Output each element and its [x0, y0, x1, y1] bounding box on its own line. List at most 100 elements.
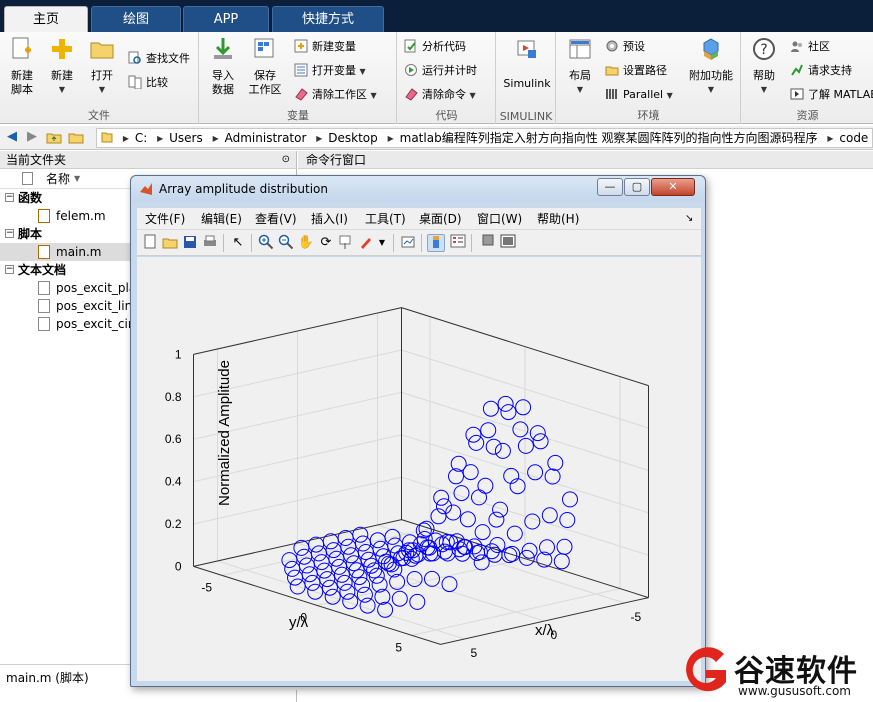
path-segment[interactable]: Administrator	[225, 131, 307, 145]
parallel-button[interactable]: Parallel ▼	[605, 85, 673, 105]
y-tick-label: -5	[201, 580, 212, 594]
back-arrow-icon[interactable]: ◀	[4, 129, 20, 145]
minimize-button[interactable]: —	[597, 178, 623, 196]
figure-toolbar: ↖ ✋ ⟳ ▼	[137, 230, 701, 256]
data-point-marker	[359, 597, 376, 614]
zoom-out-icon[interactable]	[277, 234, 295, 252]
current-path[interactable]: ▸ C: ▸ Users ▸ Administrator ▸ Desktop ▸ matl…	[96, 128, 873, 148]
rotate-3d-icon[interactable]: ⟳	[317, 234, 335, 252]
menu-window[interactable]: 窗口(W)	[477, 208, 522, 230]
data-point-marker	[377, 601, 394, 618]
menu-edit[interactable]: 编辑(E)	[201, 208, 242, 230]
chevron-down-icon: ▼	[58, 85, 66, 94]
analyze-icon	[404, 39, 416, 53]
data-point-marker	[506, 525, 523, 542]
x-axis-label: x/λ	[535, 622, 555, 639]
data-point-marker	[409, 593, 426, 610]
menu-file[interactable]: 文件(F)	[145, 208, 185, 230]
open-button[interactable]: 打开 ▼	[84, 36, 120, 97]
panel-menu-icon[interactable]: ⊙	[282, 151, 290, 169]
community-button[interactable]: 社区	[790, 37, 830, 57]
print-icon[interactable]	[201, 234, 219, 252]
help-button[interactable]: ? 帮助 ▼	[748, 36, 780, 97]
scatter3-plot[interactable]: 00.20.40.60.81-505-505 Normalized Amplit…	[137, 257, 701, 681]
maximize-button[interactable]: ▢	[624, 178, 650, 196]
up-folder-icon[interactable]	[46, 129, 62, 145]
collapse-icon[interactable]: −	[5, 193, 14, 202]
ribbon-group-file: 新建 脚本 新建 ▼ 打开 ▼ 查找文件 比较 文件	[0, 32, 199, 124]
link-plot-icon[interactable]	[399, 234, 417, 252]
compare-icon	[128, 75, 142, 89]
data-point-marker	[301, 566, 318, 583]
tab-shortcuts[interactable]: 快捷方式	[272, 6, 384, 32]
legend-icon[interactable]	[449, 234, 467, 252]
browse-folder-icon[interactable]	[68, 129, 84, 145]
new-figure-icon[interactable]	[141, 234, 159, 252]
data-point-marker	[331, 558, 348, 575]
tab-apps[interactable]: APP	[183, 6, 269, 32]
clear-workspace-button[interactable]: 清除工作区 ▼	[294, 85, 377, 105]
chevron-down-icon[interactable]: ▼	[373, 234, 391, 252]
simulink-button[interactable]: Simulink	[501, 36, 553, 91]
figure-title-bar[interactable]: Array amplitude distribution — ▢ ✕	[131, 176, 705, 202]
save-icon[interactable]	[181, 234, 199, 252]
find-files-button[interactable]: 查找文件	[128, 49, 190, 69]
analyze-code-button[interactable]: 分析代码	[404, 37, 466, 57]
open-file-icon[interactable]	[161, 234, 179, 252]
close-button[interactable]: ✕	[651, 178, 695, 196]
save-workspace-button[interactable]: 保存 工作区	[246, 36, 284, 97]
new-script-button[interactable]: 新建 脚本	[4, 36, 40, 97]
import-data-button[interactable]: 导入 数据	[206, 36, 240, 97]
collapse-icon[interactable]: −	[5, 265, 14, 274]
data-point-marker	[473, 554, 490, 571]
text-file-icon	[38, 299, 50, 313]
open-variable-icon	[294, 63, 308, 77]
address-bar: ◀ ▶ ▸ C: ▸ Users ▸ Administrator ▸ Desktop ▸…	[0, 126, 873, 150]
new-button[interactable]: 新建 ▼	[44, 36, 80, 97]
pan-hand-icon[interactable]: ✋	[297, 234, 315, 252]
path-segment[interactable]: Users	[169, 131, 203, 145]
tab-home[interactable]: 主页	[4, 6, 88, 32]
data-cursor-icon[interactable]	[337, 234, 355, 252]
layout-button[interactable]: 布局 ▼	[563, 36, 597, 97]
set-path-button[interactable]: 设置路径	[605, 61, 667, 81]
pointer-icon[interactable]: ↖	[229, 234, 247, 252]
forward-arrow-icon[interactable]: ▶	[24, 129, 40, 145]
path-segment[interactable]: code	[839, 131, 868, 145]
compare-button[interactable]: 比较	[128, 73, 168, 93]
folder-icon	[605, 66, 619, 76]
path-segment[interactable]: C:	[135, 131, 147, 145]
menu-view[interactable]: 查看(V)	[255, 208, 297, 230]
menu-desktop[interactable]: 桌面(D)	[419, 208, 462, 230]
data-point-marker	[433, 489, 450, 506]
request-support-button[interactable]: 请求支持	[790, 61, 852, 81]
path-segment[interactable]: matlab编程阵列指定入射方向指向性 观察某圆阵阵列的指向性方向图源码程序	[400, 131, 818, 145]
colorbar-icon[interactable]	[427, 234, 445, 252]
preferences-button[interactable]: 预设	[605, 37, 645, 57]
menu-tools[interactable]: 工具(T)	[365, 208, 406, 230]
new-variable-button[interactable]: 新建变量	[294, 37, 356, 57]
menu-help[interactable]: 帮助(H)	[537, 208, 579, 230]
find-files-icon	[128, 51, 141, 64]
path-segment[interactable]: Desktop	[328, 131, 378, 145]
menu-insert[interactable]: 插入(I)	[311, 208, 348, 230]
data-point-marker	[515, 399, 532, 416]
show-plot-tools-icon[interactable]	[499, 234, 517, 252]
figure-canvas[interactable]: 0 0.2 0.4 0.6 0.8 1 -5 0 5 -5 0 5 Normalized Amplit…	[137, 257, 701, 681]
collapse-icon[interactable]: −	[5, 229, 14, 238]
data-point-marker	[321, 579, 338, 596]
hide-plot-tools-icon[interactable]	[479, 234, 497, 252]
zoom-in-icon[interactable]	[257, 234, 275, 252]
learn-matlab-button[interactable]: 了解 MATLAB	[790, 85, 873, 105]
ribbon-group-resources: ? 帮助 ▼ 社区 请求支持 了解 MATLAB 资源	[742, 32, 873, 124]
dock-arrow-icon[interactable]: ↘	[685, 208, 693, 230]
data-point-marker	[524, 513, 541, 530]
run-and-time-button[interactable]: 运行并计时	[404, 61, 477, 81]
open-variable-button[interactable]: 打开变量 ▼	[294, 61, 366, 81]
tab-plots[interactable]: 绘图	[91, 6, 181, 32]
figure-window[interactable]: Array amplitude distribution — ▢ ✕ 文件(F)…	[130, 175, 706, 687]
data-point-marker	[485, 438, 502, 455]
addons-button[interactable]: 附加功能 ▼	[685, 36, 737, 97]
data-point-marker	[333, 566, 350, 583]
clear-commands-button[interactable]: 清除命令 ▼	[404, 85, 476, 105]
